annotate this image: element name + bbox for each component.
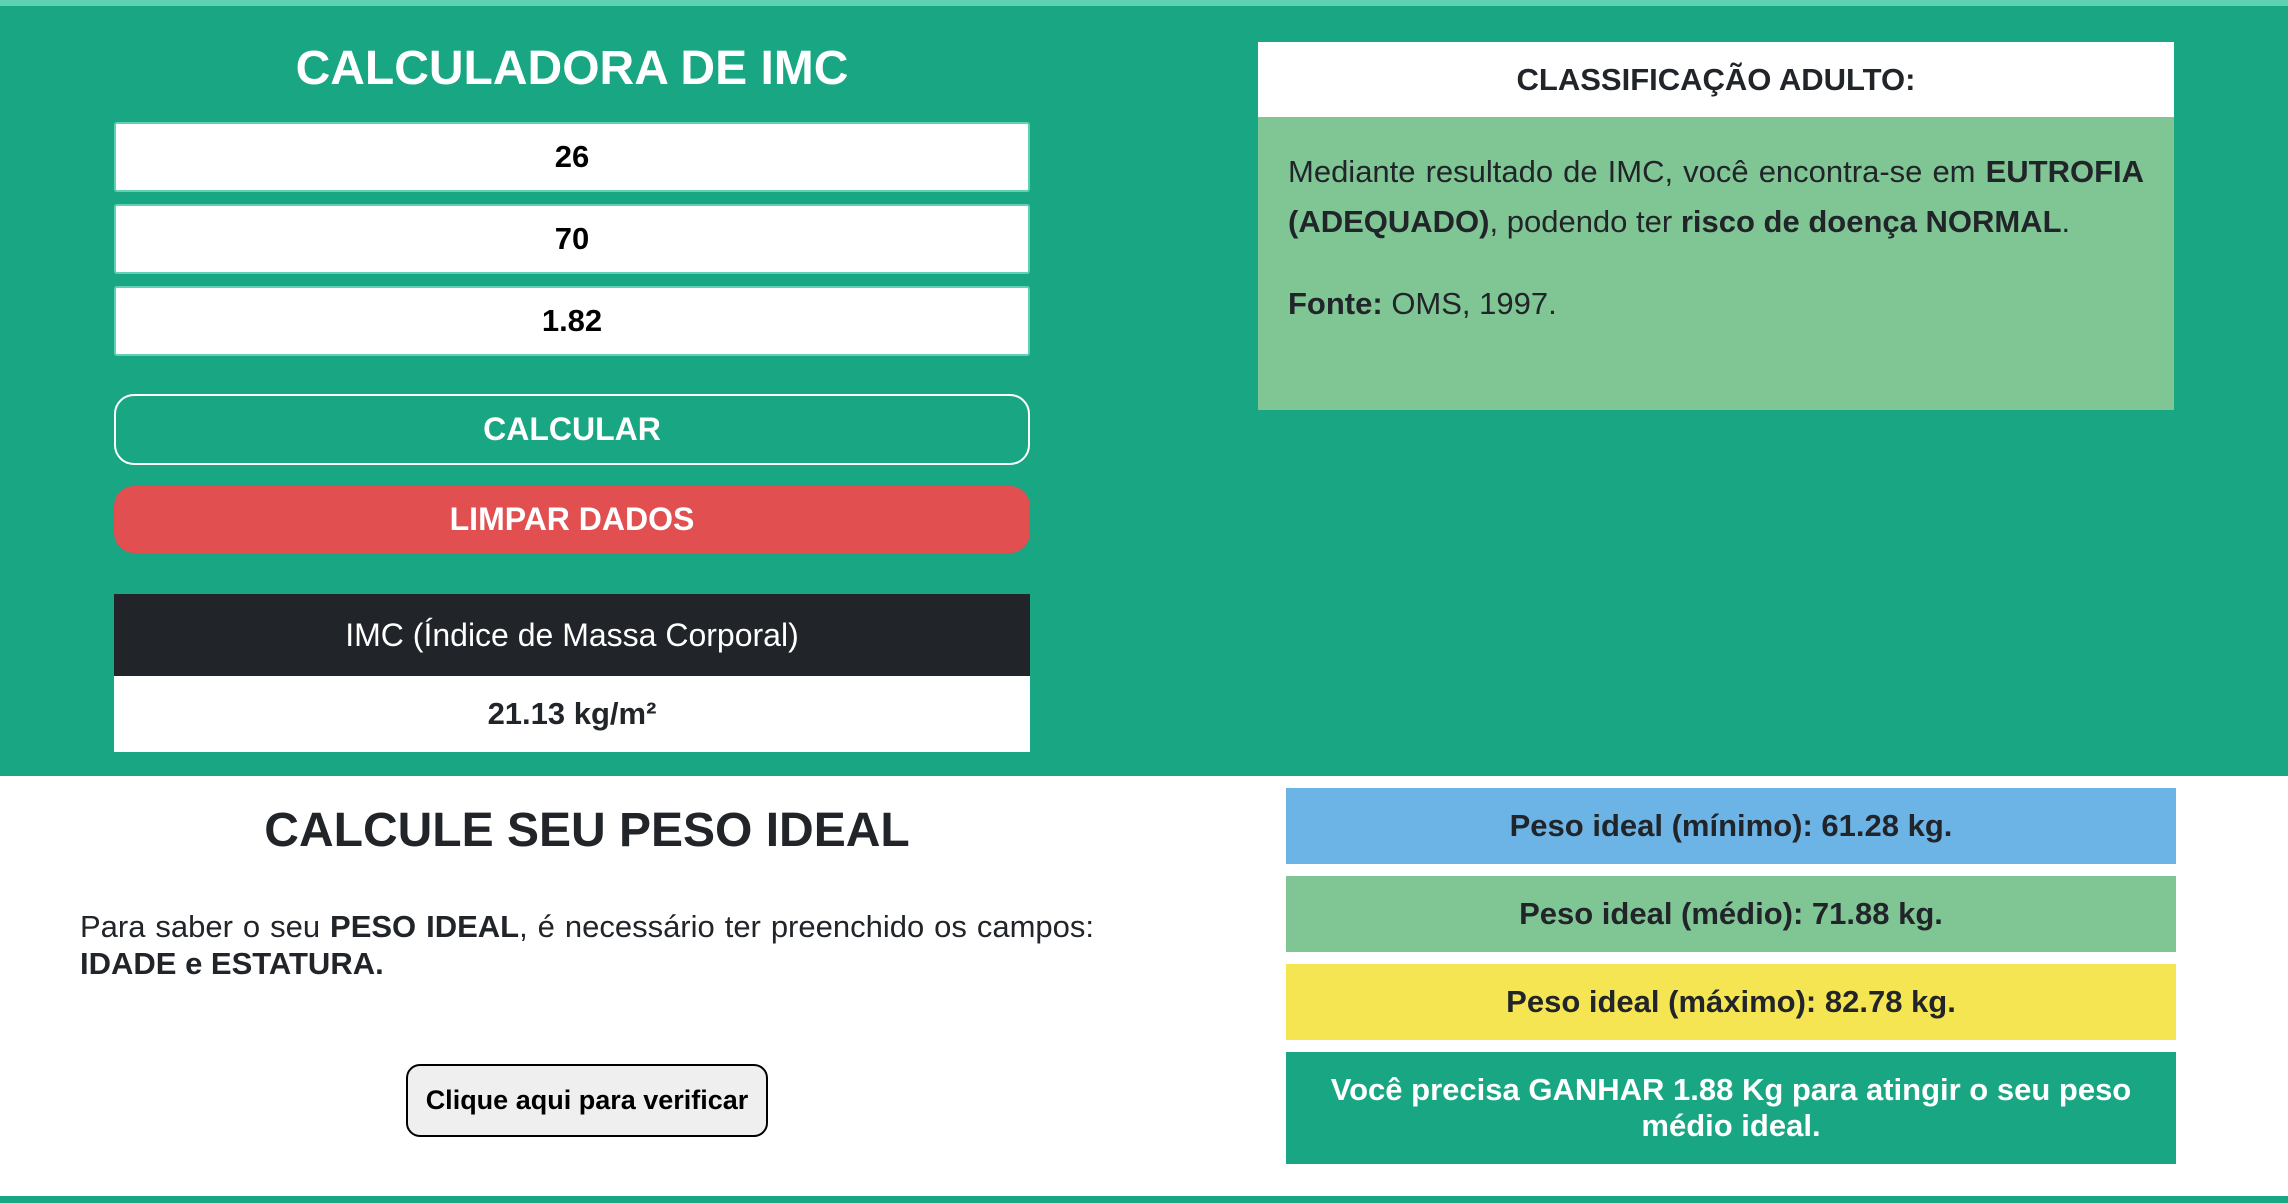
source-value: OMS, 1997. bbox=[1382, 286, 1557, 321]
classification-text-mid: , podendo ter bbox=[1489, 204, 1681, 239]
classification-text-pre: Mediante resultado de IMC, você encontra… bbox=[1288, 154, 1986, 189]
classification-risk: risco de doença NORMAL bbox=[1680, 204, 2062, 239]
classification-header: CLASSIFICAÇÃO ADULTO: bbox=[1258, 42, 2174, 117]
classification-card: CLASSIFICAÇÃO ADULTO: Mediante resultado… bbox=[1258, 42, 2174, 410]
height-input[interactable] bbox=[114, 286, 1030, 356]
instructions-pre: Para saber o seu bbox=[80, 909, 331, 944]
ideal-weight-instructions: Para saber o seu PESO IDEAL, é necessári… bbox=[80, 908, 1094, 982]
ideal-weight-min: Peso ideal (mínimo): 61.28 kg. bbox=[1286, 788, 2176, 864]
instructions-bold-2: IDADE e ESTATURA. bbox=[80, 946, 384, 981]
classification-body: Mediante resultado de IMC, você encontra… bbox=[1258, 117, 2174, 329]
instructions-mid: , é necessário ter preenchido os campos: bbox=[519, 909, 1094, 944]
source-label: Fonte: bbox=[1288, 286, 1383, 321]
ideal-weight-med: Peso ideal (médio): 71.88 kg. bbox=[1286, 876, 2176, 952]
ideal-weight-max: Peso ideal (máximo): 82.78 kg. bbox=[1286, 964, 2176, 1040]
calculator-title: CALCULADORA DE IMC bbox=[295, 42, 849, 95]
classification-source: Fonte: OMS, 1997. bbox=[1288, 279, 2144, 329]
weight-input[interactable] bbox=[114, 204, 1030, 274]
imc-section: CALCULADORA DE IMC CALCULAR LIMPAR DADOS… bbox=[0, 6, 2288, 776]
ideal-weight-title: CALCULE SEU PESO IDEAL bbox=[264, 804, 910, 857]
clear-data-button[interactable]: LIMPAR DADOS bbox=[114, 486, 1030, 553]
imc-result-header: IMC (Índice de Massa Corporal) bbox=[114, 594, 1030, 676]
bottom-accent-strip bbox=[0, 1196, 2288, 1203]
verify-button[interactable]: Clique aqui para verificar bbox=[406, 1064, 768, 1137]
calculate-button[interactable]: CALCULAR bbox=[114, 394, 1030, 465]
instructions-bold-1: PESO IDEAL bbox=[330, 909, 520, 944]
classification-text-end: . bbox=[2061, 204, 2071, 239]
classification-text: Mediante resultado de IMC, você encontra… bbox=[1288, 147, 2144, 247]
imc-result-value: 21.13 kg/m² bbox=[114, 676, 1030, 752]
age-input[interactable] bbox=[114, 122, 1030, 192]
ideal-weight-message: Você precisa GANHAR 1.88 Kg para atingir… bbox=[1286, 1052, 2176, 1164]
